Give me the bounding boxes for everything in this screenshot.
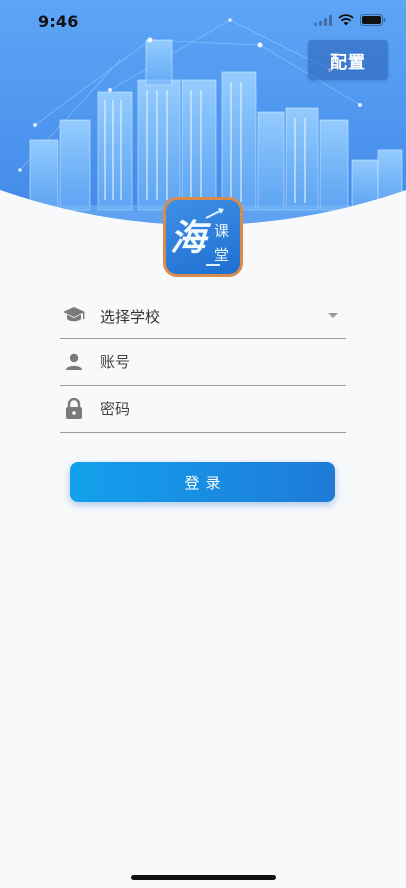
password-field[interactable] xyxy=(60,386,346,433)
school-select-label: 选择学校 xyxy=(100,307,161,326)
logo-sub-char-2: 堂 xyxy=(214,246,229,264)
password-input[interactable] xyxy=(100,400,346,418)
logo-sub-char-1: 课 xyxy=(214,222,229,240)
status-icons xyxy=(314,14,386,26)
config-button[interactable]: 配置 xyxy=(308,40,388,80)
graduation-cap-icon xyxy=(62,303,86,327)
wifi-icon xyxy=(338,14,354,26)
chevron-down-icon xyxy=(328,312,338,318)
status-bar: 9:46 xyxy=(0,0,406,44)
lock-icon xyxy=(62,397,86,421)
app-logo: 海 课 堂 xyxy=(163,197,243,277)
battery-icon xyxy=(360,14,386,26)
logo-graphic: 海 课 堂 xyxy=(170,208,229,266)
cellular-signal-icon xyxy=(314,14,332,26)
login-button[interactable]: 登录 xyxy=(70,462,335,502)
logo-main-char: 海 xyxy=(170,218,212,259)
home-indicator[interactable] xyxy=(131,875,276,880)
user-icon xyxy=(62,350,86,374)
status-time: 9:46 xyxy=(38,12,79,31)
account-field[interactable] xyxy=(60,339,346,386)
school-select[interactable]: 选择学校 xyxy=(60,292,346,339)
login-form: 选择学校 xyxy=(60,292,346,433)
account-input[interactable] xyxy=(100,353,346,371)
